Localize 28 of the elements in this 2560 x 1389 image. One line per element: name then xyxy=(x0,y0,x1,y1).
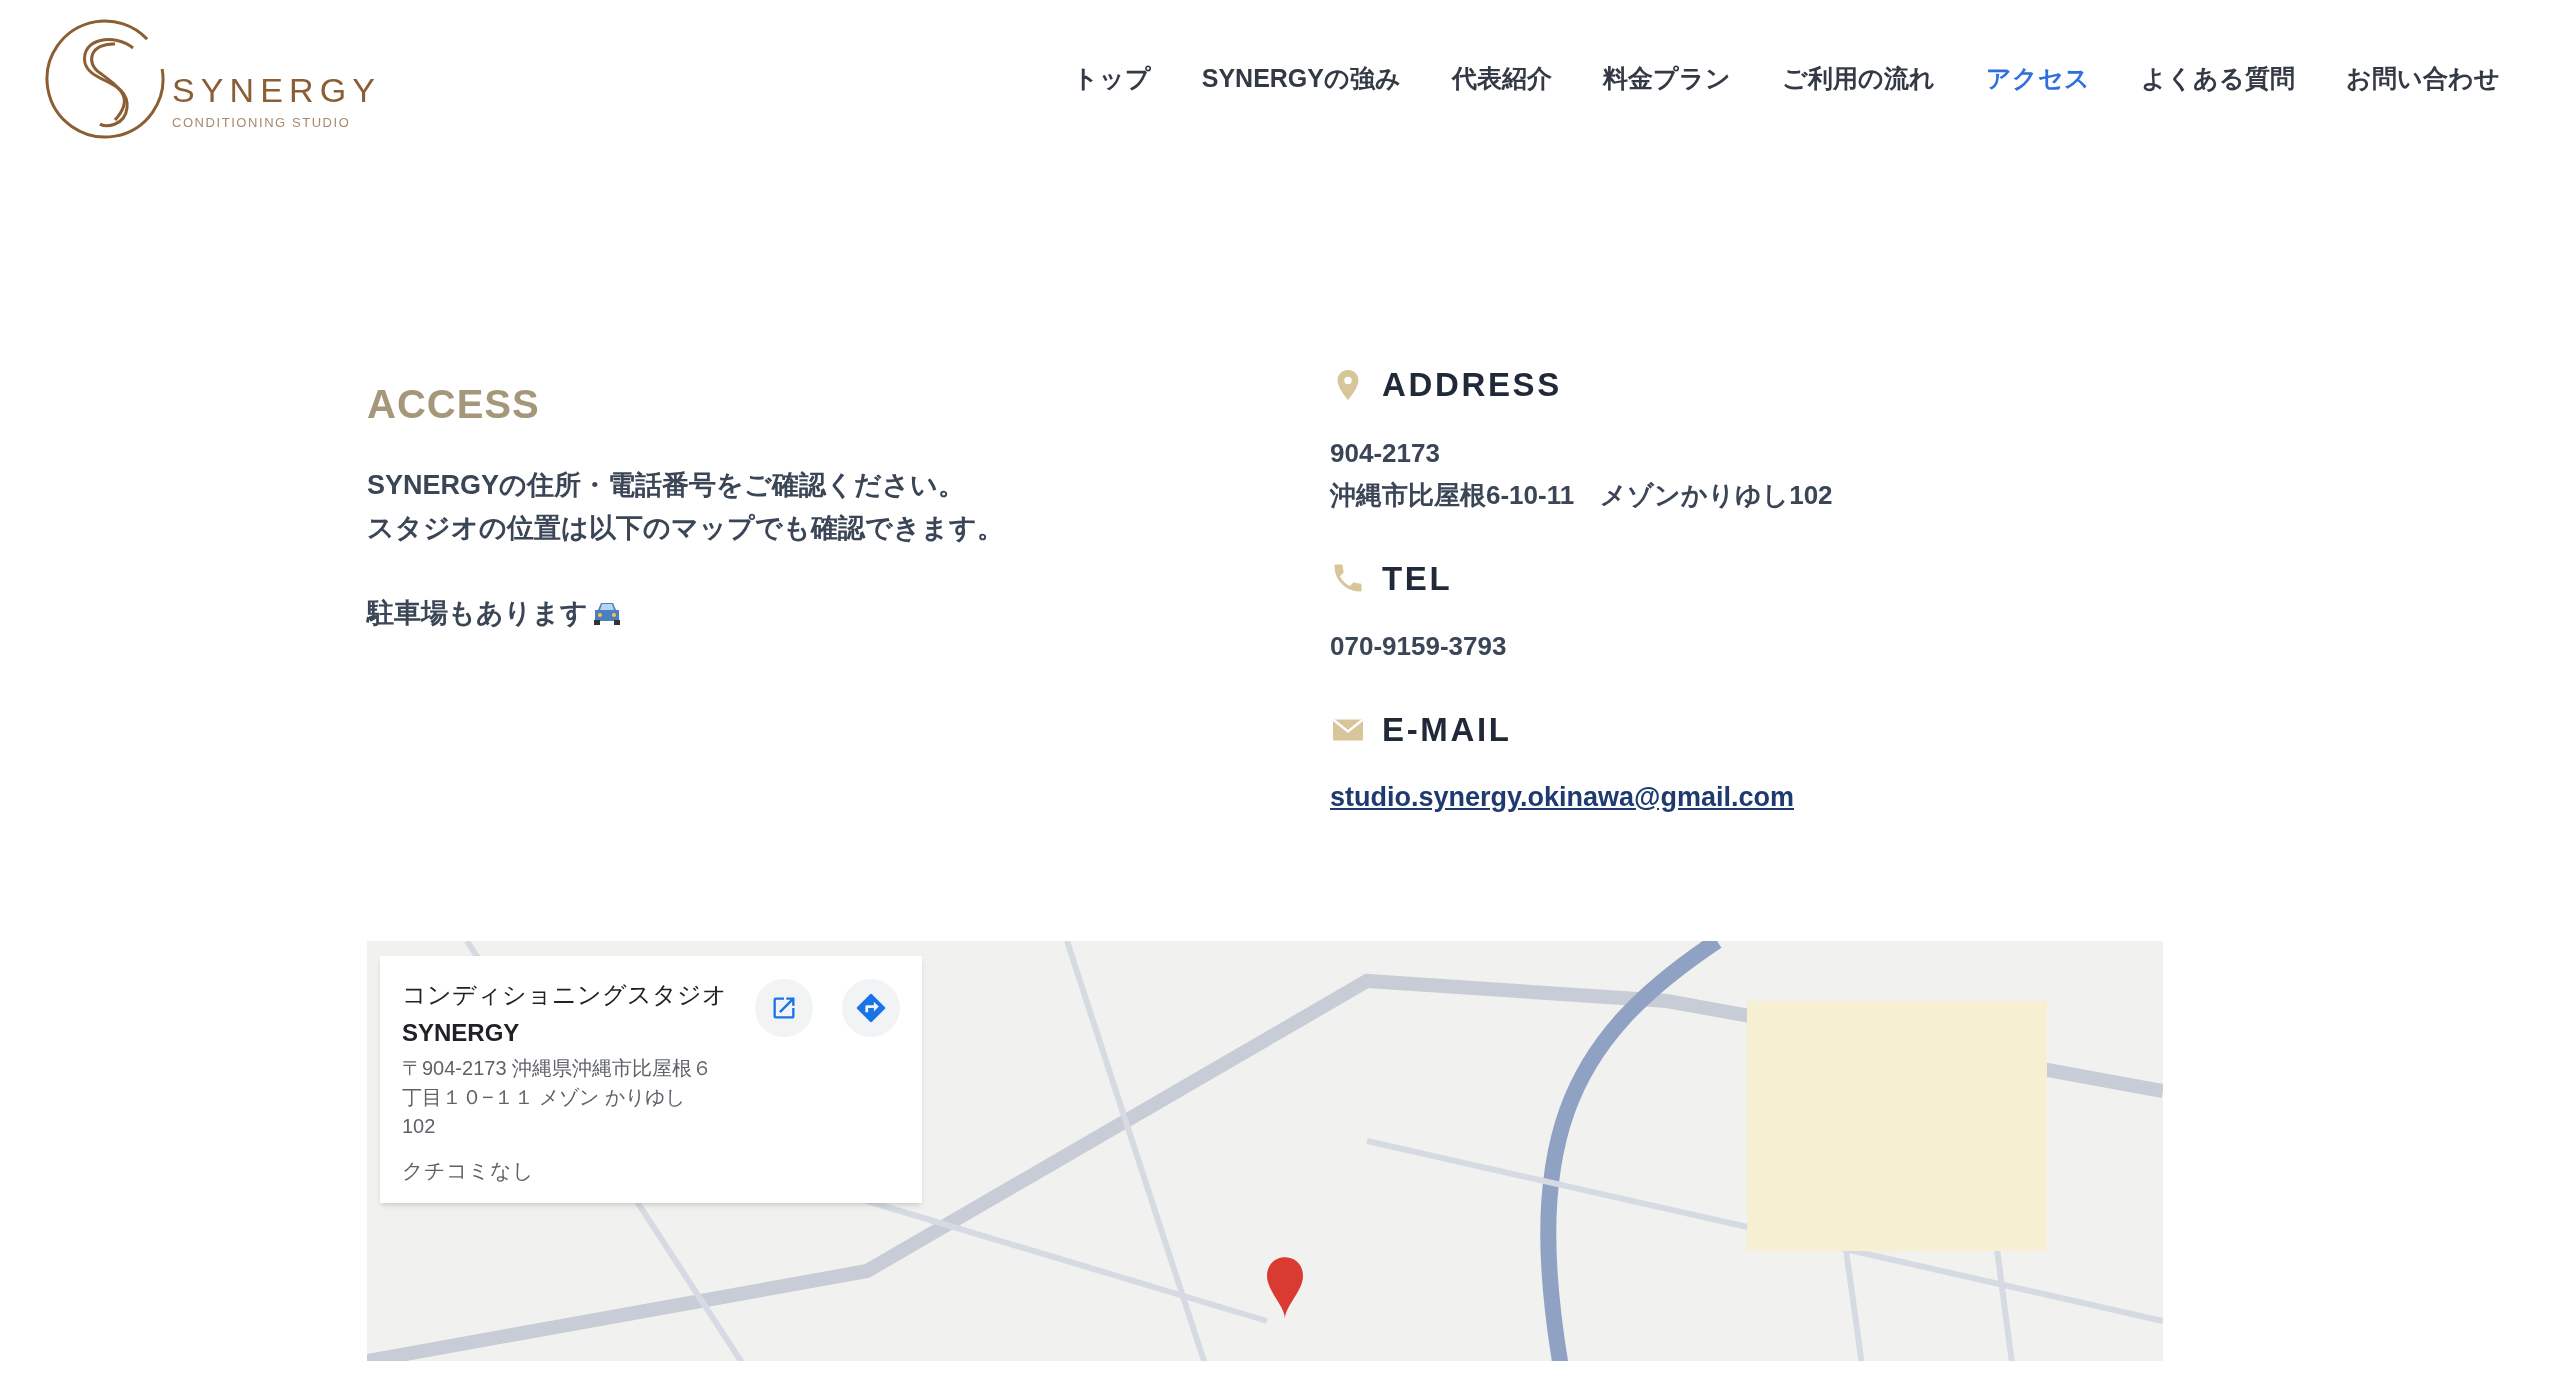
address-line: 沖縄市比屋根6-10-11 メゾンかりゆし102 xyxy=(1330,478,1833,512)
contact-heading: ADDRESS xyxy=(1382,365,1562,405)
section-title: ACCESS xyxy=(367,381,541,428)
email-link[interactable]: studio.synergy.okinawa@gmail.com xyxy=(1330,776,1794,817)
car-icon xyxy=(592,600,622,627)
phone-number: 070-9159-3793 xyxy=(1330,630,1508,663)
place-name: コンディショニングスタジオ SYNERGY xyxy=(402,980,728,1048)
nav-link[interactable]: よくある質問 xyxy=(2141,60,2295,98)
directions-icon xyxy=(854,991,888,1025)
nav-link[interactable]: お問い合わせ xyxy=(2346,60,2500,98)
logo-tagline: CONDITIONING STUDIO xyxy=(172,113,352,132)
contact-heading: TEL xyxy=(1382,558,1453,599)
nav-link[interactable]: トップ xyxy=(1072,60,1151,98)
nav-link[interactable]: 代表紹介 xyxy=(1452,60,1552,98)
nav-link[interactable]: SYNERGYの強み xyxy=(1201,60,1401,98)
logo-wordmark: SYNERGY xyxy=(172,72,382,107)
nav-link[interactable]: アクセス xyxy=(1986,60,2090,98)
nav-link[interactable]: 料金プラン xyxy=(1603,60,1731,98)
place-address: 〒904-2173 沖縄県沖縄市比屋根６丁目１０−１１ メゾン かりゆし 102 xyxy=(402,1056,714,1139)
map-pin-icon[interactable] xyxy=(1267,1257,1303,1319)
contact-heading: E-MAIL xyxy=(1382,710,1512,750)
map-drawing[interactable]: コンディショニングスタジオ SYNERGY 〒904-2173 沖縄県沖縄市比屋根６丁目１０−１１ メゾン かりゆし 102 クチコミなし xyxy=(367,941,2163,1361)
intro-text: スタジオの位置は以下のマップでも確認できます。 xyxy=(367,512,1005,545)
intro-text: SYNERGYの住所・電話番号をご確認ください。 xyxy=(367,469,967,502)
nav-link[interactable]: ご利用の流れ xyxy=(1782,60,1935,98)
review-count: クチコミなし xyxy=(402,1158,535,1184)
address-line: 904-2173 xyxy=(1330,436,1441,470)
parking-text: 駐車場もあります xyxy=(367,597,588,630)
